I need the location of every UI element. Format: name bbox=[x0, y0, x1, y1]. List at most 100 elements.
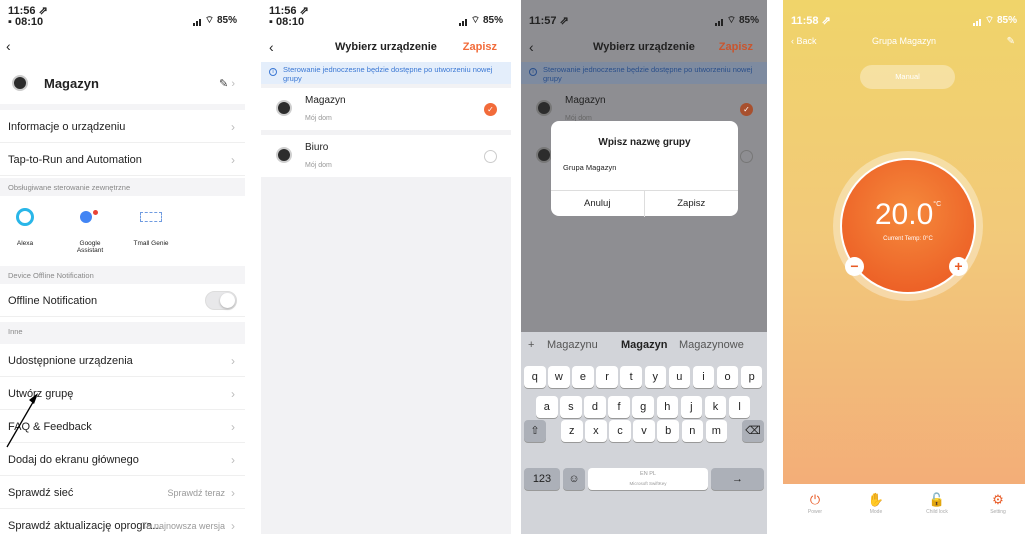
offline-toggle[interactable] bbox=[205, 291, 237, 310]
key-r[interactable]: r bbox=[596, 366, 618, 388]
group-name-input[interactable]: Grupa Magazyn bbox=[563, 163, 616, 172]
key-w[interactable]: w bbox=[548, 366, 570, 388]
key-v[interactable]: v bbox=[633, 420, 655, 442]
tab-power[interactable]: ⏻ Power bbox=[791, 492, 839, 515]
temperature-unit: °C bbox=[933, 201, 942, 208]
key-n[interactable]: n bbox=[681, 420, 703, 442]
confirm-button[interactable]: Zapisz bbox=[645, 198, 739, 209]
back-icon[interactable]: ‹ bbox=[269, 34, 274, 60]
key-z[interactable]: z bbox=[561, 420, 583, 442]
device-name: Magazyn bbox=[305, 95, 346, 106]
row-tap-to-run[interactable]: Tap-to-Run and Automation › bbox=[0, 143, 245, 176]
section-external-control: Obsługiwane sterowanie zewnętrzne bbox=[0, 178, 245, 196]
unlock-icon: 🔓 bbox=[928, 492, 946, 507]
back-icon[interactable]: ‹ bbox=[6, 38, 11, 54]
device-home: Mój dom bbox=[305, 115, 332, 122]
temperature-display: 20.0°C bbox=[842, 198, 974, 232]
checkmark-icon[interactable]: ✓ bbox=[484, 103, 497, 116]
row-label: Informacje o urządzeniu bbox=[8, 121, 126, 133]
battery-label: ⌔ 85% bbox=[984, 15, 1017, 26]
save-button[interactable]: Zapisz bbox=[463, 34, 497, 60]
suggestion-item[interactable]: Magazynu bbox=[547, 339, 598, 351]
key-p[interactable]: p bbox=[740, 366, 763, 388]
tab-child-lock[interactable]: 🔓 Child lock bbox=[913, 492, 961, 515]
row-label: Udostępnione urządzenia bbox=[8, 355, 133, 367]
numbers-key[interactable]: 123 bbox=[524, 468, 560, 490]
info-text: Sterowanie jednoczesne będzie dostępne p… bbox=[283, 65, 493, 83]
back-button[interactable]: ‹ Back bbox=[791, 36, 817, 46]
unchecked-circle-icon[interactable] bbox=[484, 150, 497, 163]
key-g[interactable]: g bbox=[632, 396, 654, 418]
edit-icon[interactable]: ✎ bbox=[1007, 36, 1015, 47]
key-t[interactable]: t bbox=[620, 366, 642, 388]
battery-label: ⌔ 85% bbox=[470, 15, 503, 26]
device-item-biuro[interactable]: Biuro Mój dom bbox=[261, 135, 511, 177]
battery-label: ⌔ 85% bbox=[726, 15, 759, 26]
key-l[interactable]: l bbox=[728, 396, 751, 418]
key-c[interactable]: c bbox=[609, 420, 631, 442]
emoji-key[interactable]: ☺ bbox=[563, 468, 585, 490]
key-j[interactable]: j bbox=[680, 396, 703, 418]
tmall-genie-label: Tmall Genie bbox=[133, 240, 169, 247]
increase-button[interactable]: + bbox=[949, 257, 968, 276]
key-e[interactable]: e bbox=[572, 366, 594, 388]
chevron-right-icon: › bbox=[231, 519, 235, 533]
google-assistant-icon[interactable] bbox=[80, 210, 98, 228]
tab-label: Power bbox=[807, 509, 823, 515]
key-a[interactable]: a bbox=[536, 396, 558, 418]
suggestion-item[interactable]: Magazynowe bbox=[679, 339, 744, 351]
row-label: Dodaj do ekranu głównego bbox=[8, 454, 139, 466]
key-o[interactable]: o bbox=[716, 366, 739, 388]
tmall-genie-icon[interactable] bbox=[140, 212, 162, 222]
row-check-update[interactable]: Sprawdź aktualizację oprogra... To najnow… bbox=[0, 509, 245, 534]
hand-icon: ✋ bbox=[867, 492, 885, 507]
backspace-key[interactable]: ⌫ bbox=[742, 420, 764, 442]
bottom-tab-bar: ⏻ Power ✋ Mode 🔓 Child lock ⚙ Setting bbox=[783, 484, 1025, 534]
row-label: Sprawdź sieć bbox=[8, 487, 74, 499]
key-k[interactable]: k bbox=[704, 396, 727, 418]
cancel-button[interactable]: Anuluj bbox=[551, 191, 645, 217]
nav-header: ‹ Wybierz urządzenie Zapisz bbox=[521, 34, 767, 60]
checkmark-icon: ✓ bbox=[740, 103, 753, 116]
annotation-arrow-icon bbox=[6, 393, 38, 448]
chevron-right-icon: › bbox=[231, 420, 235, 434]
key-s[interactable]: s bbox=[560, 396, 582, 418]
status-bar: 11:57 ⇗ ⌔ 85% bbox=[521, 0, 767, 34]
key-f[interactable]: f bbox=[608, 396, 630, 418]
mode-pill[interactable]: Manual bbox=[860, 65, 955, 89]
key-x[interactable]: x bbox=[585, 420, 607, 442]
device-home: Mój dom bbox=[305, 162, 332, 169]
decrease-button[interactable]: − bbox=[845, 257, 864, 276]
key-u[interactable]: u bbox=[668, 366, 691, 388]
suggestion-plus[interactable]: + bbox=[528, 339, 534, 351]
page-title: Grupa Magazyn bbox=[871, 36, 937, 46]
key-q[interactable]: q bbox=[524, 366, 546, 388]
nav-header: ‹ Wybierz urządzenie Zapisz bbox=[261, 34, 511, 60]
key-y[interactable]: y bbox=[644, 366, 666, 388]
key-d[interactable]: d bbox=[584, 396, 606, 418]
tab-mode[interactable]: ✋ Mode bbox=[852, 492, 900, 515]
key-b[interactable]: b bbox=[657, 420, 679, 442]
select-device-screen: 11:56 ⇗ ▪ 08:10 ⌔ 85% ‹ Wybierz urządzeni… bbox=[261, 0, 511, 534]
chevron-right-icon: › bbox=[231, 387, 235, 401]
edit-icon[interactable]: ✎ › bbox=[219, 77, 235, 90]
group-name-dialog: Wpisz nazwę grupy Grupa Magazyn Anuluj Z… bbox=[551, 121, 739, 217]
row-device-info[interactable]: Informacje o urządzeniu › bbox=[0, 110, 245, 143]
group-thermostat-screen: 11:58 ⇗ ⌔ 85% ‹ Back Grupa Magazyn ✎ Man… bbox=[783, 0, 1025, 534]
status-time: 11:57 ⇗ bbox=[529, 15, 569, 27]
space-key[interactable]: EN PL Microsoft SwiftKey bbox=[588, 468, 708, 490]
chevron-right-icon: › bbox=[231, 120, 235, 134]
row-check-network[interactable]: Sprawdź sieć Sprawdź teraz › bbox=[0, 476, 245, 509]
signal-icon bbox=[972, 15, 982, 26]
key-h[interactable]: h bbox=[656, 396, 678, 418]
key-i[interactable]: i bbox=[692, 366, 715, 388]
row-shared-devices[interactable]: Udostępnione urządzenia › bbox=[0, 344, 245, 377]
device-item-magazyn[interactable]: Magazyn Mój dom ✓ bbox=[261, 88, 511, 130]
return-key[interactable]: → bbox=[711, 468, 764, 490]
alexa-icon[interactable] bbox=[16, 208, 34, 226]
key-m[interactable]: m bbox=[705, 420, 728, 442]
suggestion-item[interactable]: Magazyn bbox=[621, 339, 667, 351]
tab-label: Setting bbox=[990, 509, 1006, 515]
tab-setting[interactable]: ⚙ Setting bbox=[974, 492, 1022, 515]
shift-key[interactable]: ⇧ bbox=[524, 420, 546, 442]
